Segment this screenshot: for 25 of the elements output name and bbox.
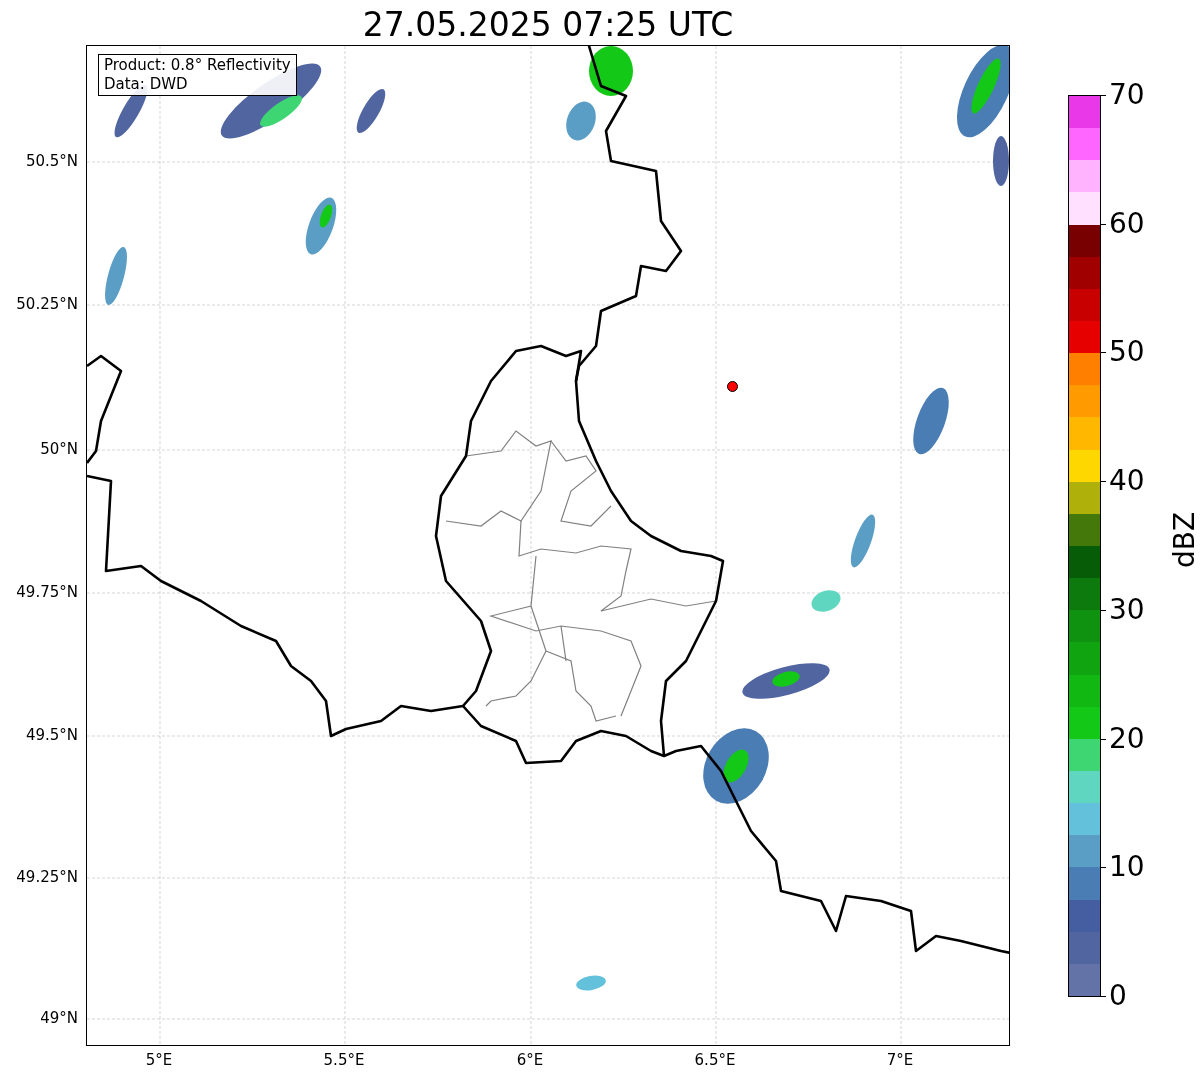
info-text: Product: 0.8° Reflectivity <box>104 56 291 75</box>
colorbar-label: dBZ <box>1169 511 1202 569</box>
longitude-label: 6.5°E <box>693 1051 737 1069</box>
longitude-label: 6°E <box>515 1051 545 1069</box>
longitude-label: 5.5°E <box>322 1051 366 1069</box>
colorbar-tick-label: 70 <box>1109 79 1145 111</box>
latitude-label: 49.5°N <box>25 726 78 744</box>
colorbar-tick-label: 20 <box>1109 722 1145 755</box>
colorbar-tick-label: 30 <box>1109 593 1145 626</box>
latitude-label: 50.5°N <box>25 152 78 170</box>
radar-site-marker <box>727 381 738 392</box>
longitude-label: 7°E <box>885 1051 915 1069</box>
colorbar-tick-label: 60 <box>1109 207 1145 240</box>
colorbar-tick-label: 10 <box>1109 851 1145 884</box>
longitude-label: 5°E <box>144 1051 174 1069</box>
plot-title: 27.05.2025 07:25 UTC <box>361 4 735 46</box>
latitude-label: 50°N <box>40 440 78 458</box>
colorbar-tick-label: 50 <box>1109 336 1145 369</box>
latitude-label: 49°N <box>40 1009 78 1027</box>
colorbar-tick-label: 0 <box>1109 980 1127 1012</box>
latitude-label: 49.25°N <box>16 868 78 886</box>
latitude-label: 49.75°N <box>16 583 78 601</box>
info-text: Data: DWD <box>104 75 189 94</box>
latitude-label: 50.25°N <box>16 295 78 313</box>
colorbar-tick-label: 40 <box>1109 465 1145 498</box>
